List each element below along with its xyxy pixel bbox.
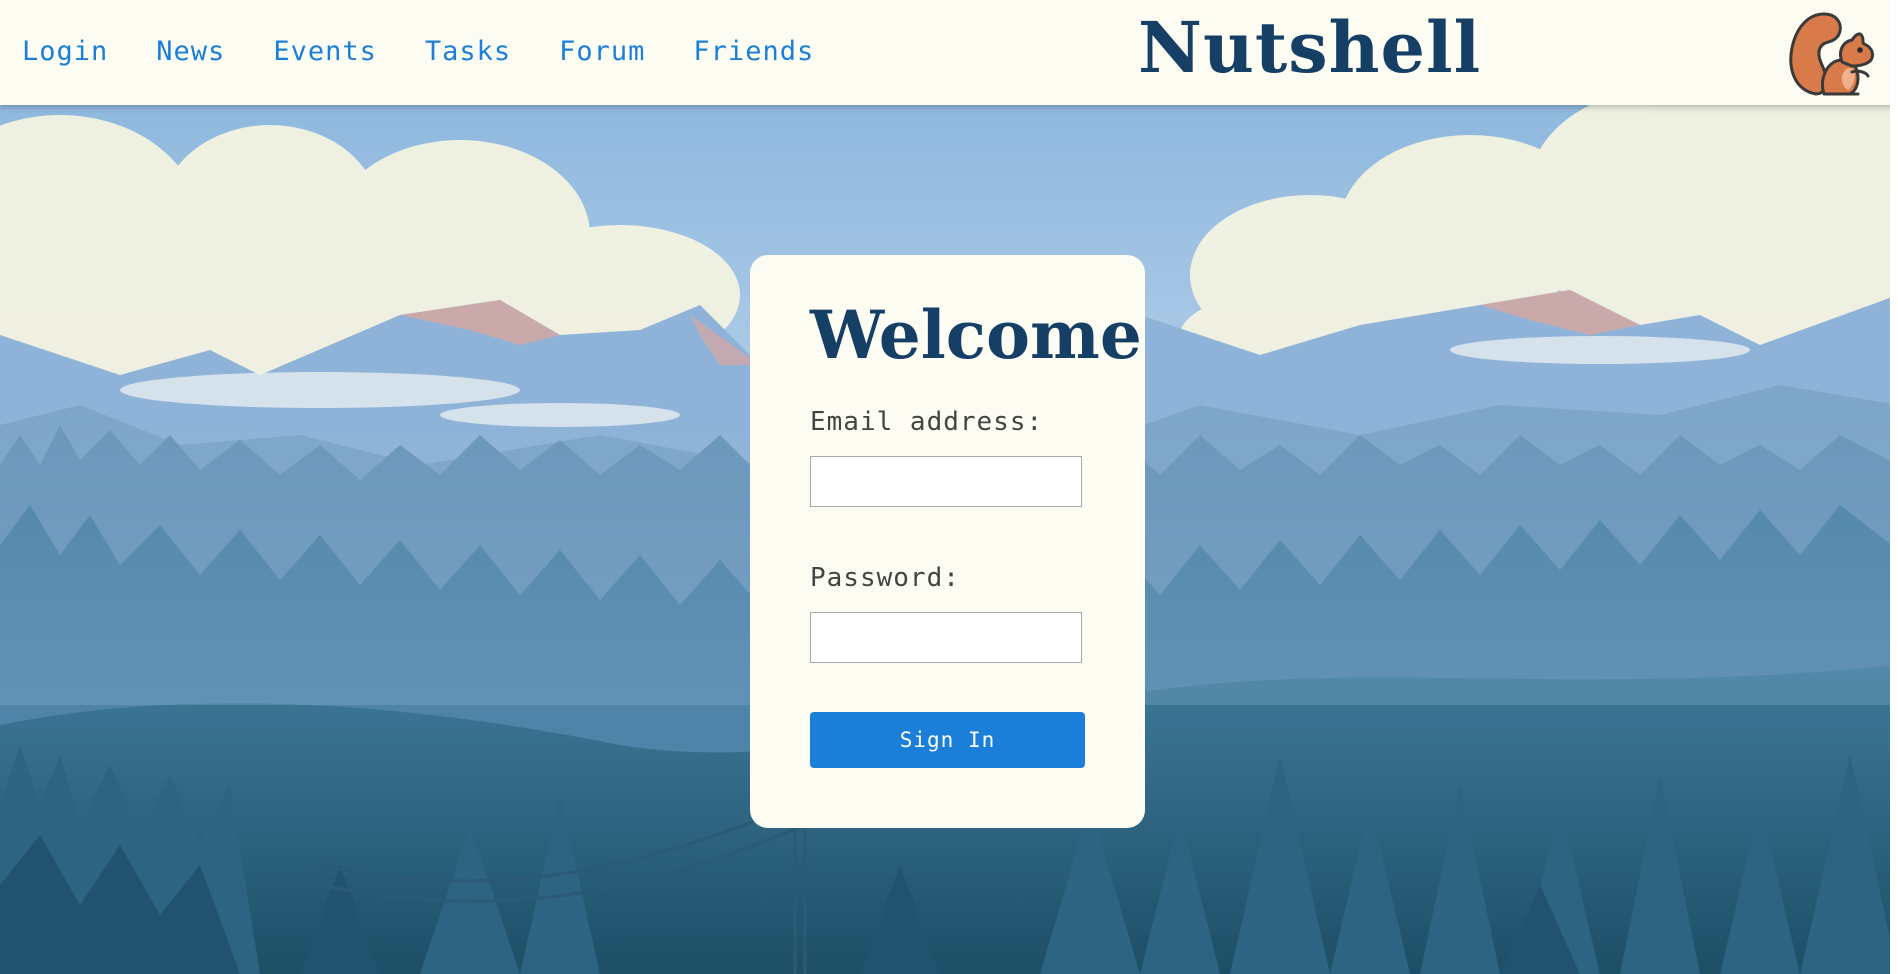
email-field[interactable] [810,456,1082,507]
password-label: Password: [810,563,960,593]
nav-link-news[interactable]: News [156,34,225,70]
nav-link-forum[interactable]: Forum [559,34,645,70]
nav-links: Login News Events Tasks Forum Friends [22,34,862,70]
login-card: Welcome Email address: Password: Sign In [750,255,1145,828]
nav-link-tasks[interactable]: Tasks [425,34,511,70]
squirrel-icon [1789,12,1874,96]
page-edge-divider [1890,0,1898,974]
sign-in-button[interactable]: Sign In [810,712,1085,768]
brand-title: Nutshell [1138,6,1482,89]
nav-link-events[interactable]: Events [273,34,377,70]
password-field[interactable] [810,612,1082,663]
nav-link-friends[interactable]: Friends [693,34,814,70]
navbar: Login News Events Tasks Forum Friends Nu… [0,0,1898,105]
email-label: Email address: [810,407,1044,437]
nav-link-login[interactable]: Login [22,34,108,70]
app-frame: Login News Events Tasks Forum Friends Nu… [0,0,1898,974]
welcome-heading: Welcome [810,296,1142,374]
